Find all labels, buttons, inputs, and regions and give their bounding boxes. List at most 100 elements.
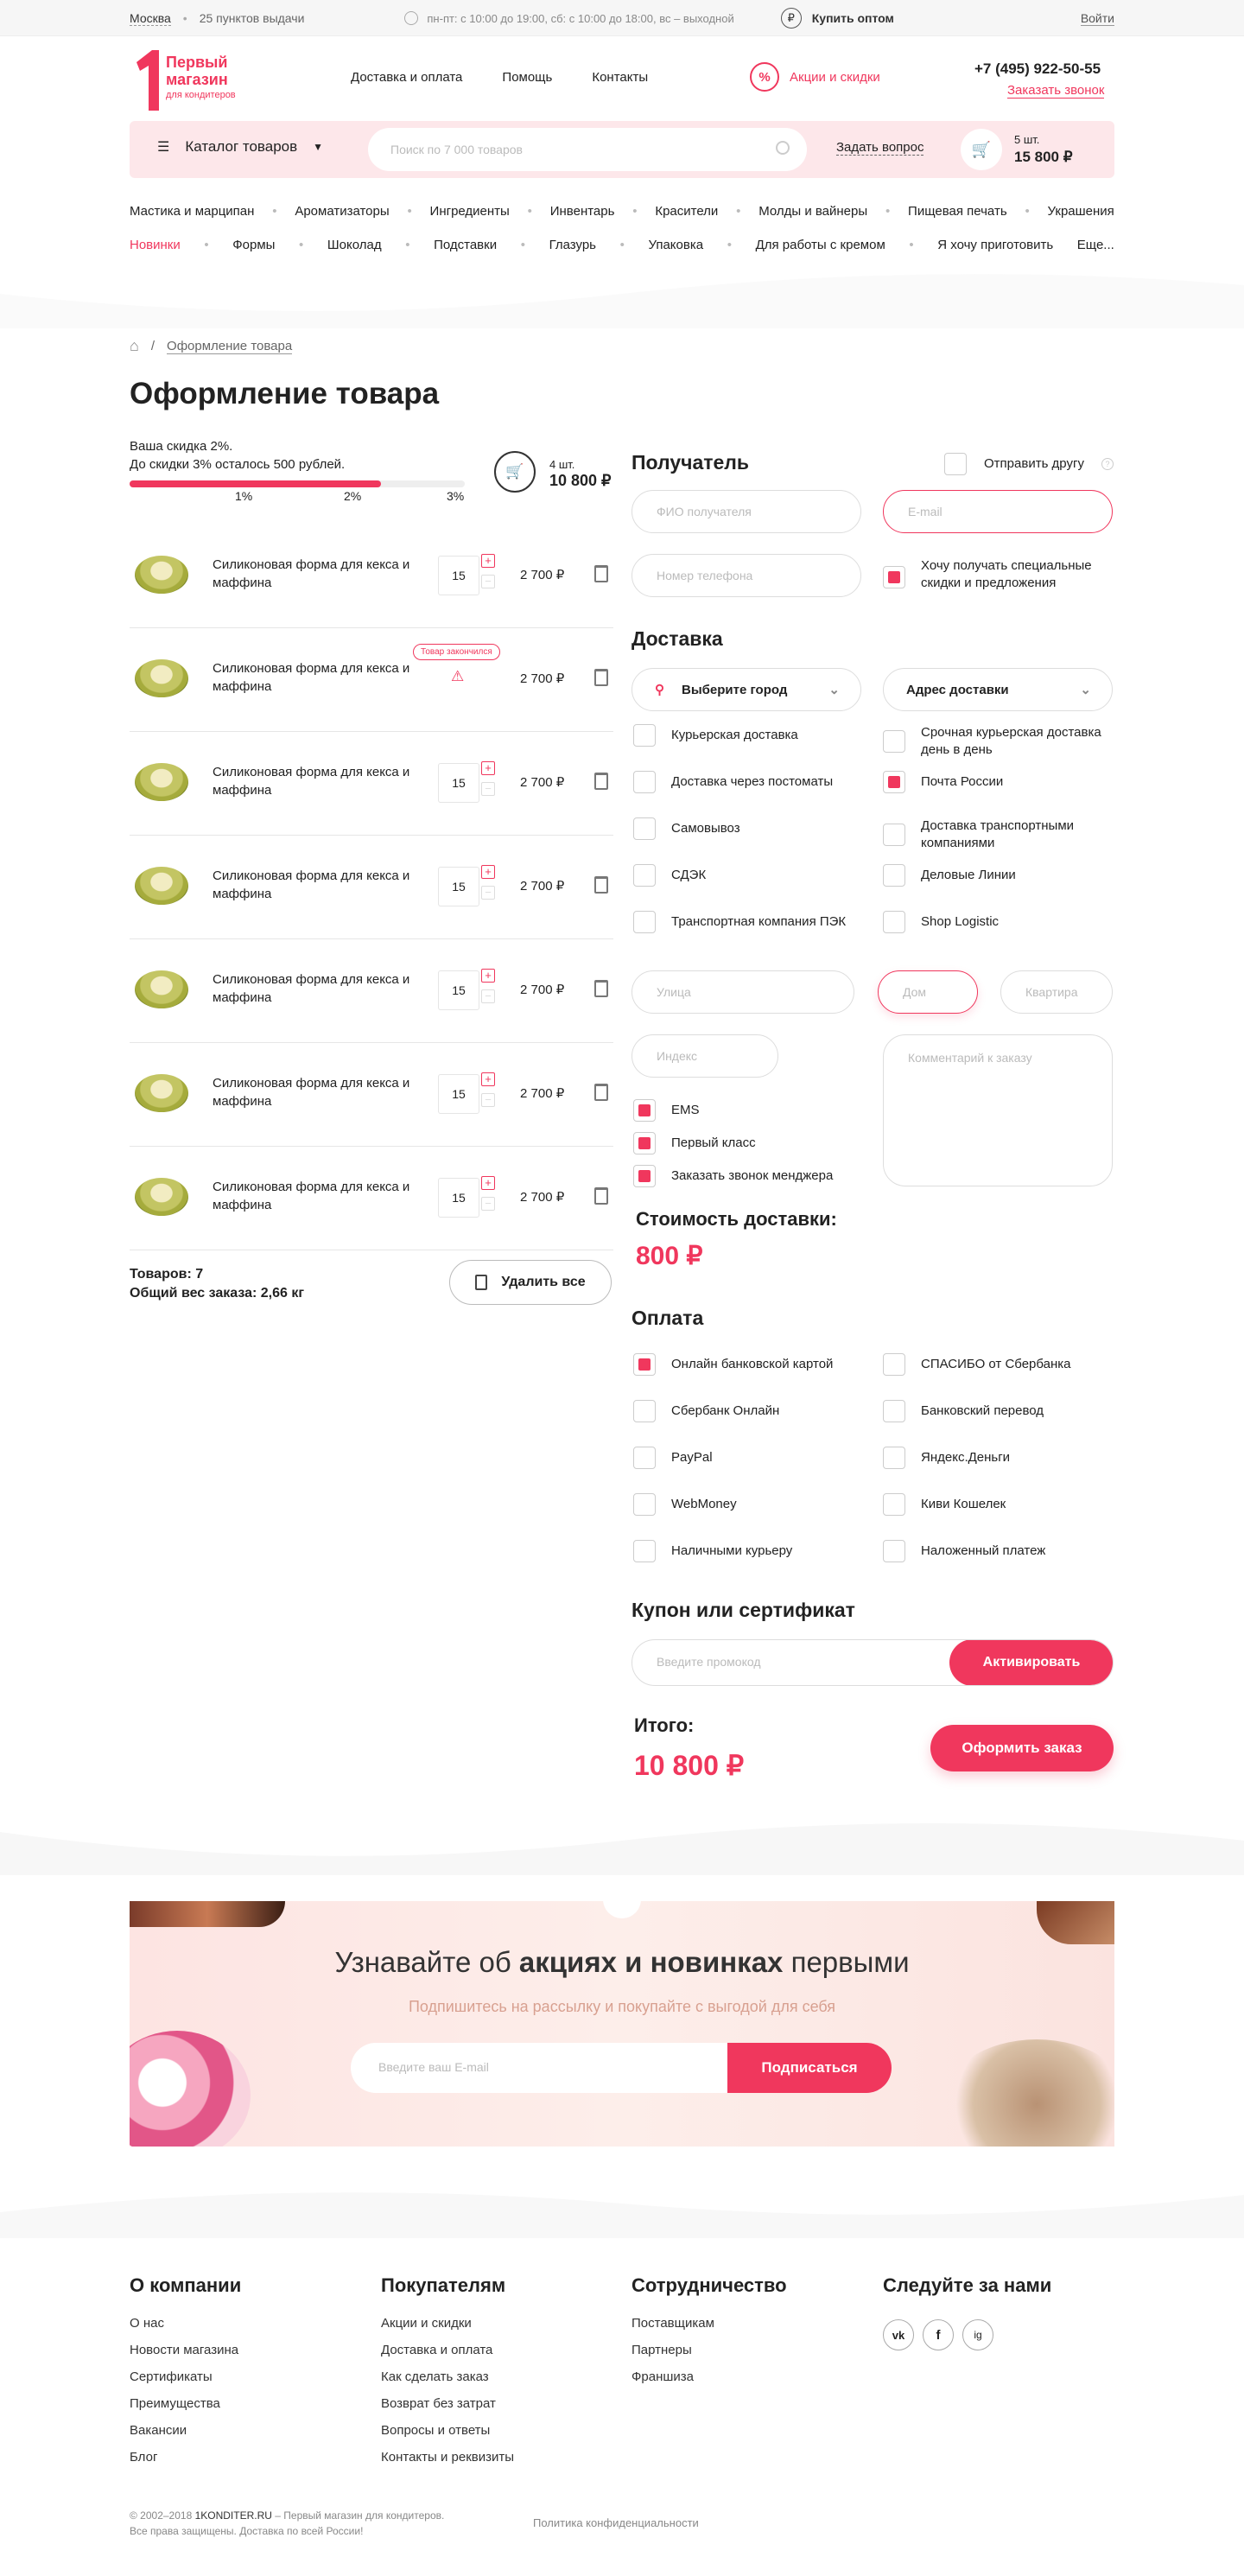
recipient-email-input[interactable]: E-mail (883, 490, 1113, 533)
footer-link[interactable]: О нас (130, 2316, 241, 2331)
subscribe-button[interactable]: Подписаться (727, 2043, 892, 2093)
nav-help[interactable]: Помощь (502, 70, 552, 85)
option[interactable]: Доставка транспортными компаниями (883, 817, 1114, 852)
minus-icon[interactable]: − (481, 1093, 495, 1107)
facebook-icon[interactable]: f (923, 2319, 954, 2350)
header-phone[interactable]: +7 (495) 922-50-55 (974, 60, 1101, 78)
option[interactable]: Киви Кошелек (883, 1493, 1006, 1516)
plus-icon[interactable]: + (481, 1176, 495, 1190)
checkbox[interactable] (883, 1400, 905, 1422)
footer-link[interactable]: Как сделать заказ (381, 2369, 514, 2384)
search-icon[interactable] (776, 141, 790, 155)
category-more[interactable]: Еще... (1077, 238, 1114, 252)
category-link[interactable]: Упаковка (648, 238, 703, 252)
cart-icon[interactable]: 🛒 (961, 129, 1002, 170)
product-image[interactable] (130, 1171, 190, 1223)
minus-icon[interactable]: − (481, 782, 495, 796)
checkbox[interactable] (883, 1540, 905, 1562)
checkbox[interactable] (633, 1400, 656, 1422)
plus-icon[interactable]: + (481, 865, 495, 879)
checkbox[interactable] (883, 824, 905, 846)
plus-icon[interactable]: + (481, 554, 495, 568)
info-icon[interactable]: ? (1101, 458, 1114, 470)
promo-link[interactable]: % Акции и скидки (750, 62, 880, 92)
product-name[interactable]: Силиконовая форма для кекса и маффина (213, 1178, 428, 1214)
address-select[interactable]: Адрес доставки ⌄ (883, 668, 1113, 711)
street-input[interactable]: Улица (632, 970, 854, 1014)
category-link[interactable]: Шоколад (327, 238, 382, 252)
trash-icon[interactable] (594, 565, 608, 582)
option[interactable]: Яндекс.Деньги (883, 1447, 1010, 1469)
quantity-input[interactable]: 15 (438, 1074, 479, 1114)
checkbox[interactable] (633, 1099, 656, 1122)
checkbox[interactable] (633, 1165, 656, 1187)
product-name[interactable]: Силиконовая форма для кекса и маффина (213, 1074, 428, 1110)
checkbox[interactable] (633, 1353, 656, 1376)
callback-link[interactable]: Заказать звонок (1007, 83, 1105, 99)
checkbox[interactable] (883, 864, 905, 887)
flat-input[interactable]: Квартира (1000, 970, 1113, 1014)
footer-link[interactable]: Вакансии (130, 2423, 241, 2438)
minus-icon[interactable]: − (481, 575, 495, 588)
product-image[interactable] (130, 1067, 190, 1119)
category-link[interactable]: Я хочу приготовить (937, 238, 1053, 252)
trash-icon[interactable] (594, 980, 608, 997)
option[interactable]: Сбербанк Онлайн (633, 1400, 779, 1422)
category-link[interactable]: Украшения (1048, 204, 1114, 219)
footer-link[interactable]: Новости магазина (130, 2343, 241, 2357)
checkbox[interactable] (633, 864, 656, 887)
option[interactable]: Почта России (883, 771, 1114, 793)
quantity-input[interactable]: 15 (438, 556, 479, 595)
trash-icon[interactable] (594, 876, 608, 894)
checkbox[interactable] (633, 817, 656, 840)
footer-link[interactable]: Вопросы и ответы (381, 2423, 514, 2438)
option[interactable]: Самовывоз (633, 817, 740, 840)
activate-button[interactable]: Активировать (949, 1640, 1113, 1685)
send-friend-checkbox[interactable]: Отправить другу ? (944, 453, 1114, 475)
option[interactable]: Деловые Линии (883, 864, 1114, 887)
wholesale-link[interactable]: Купить оптом (812, 11, 894, 25)
subscribe-offers-checkbox[interactable]: Хочу получать специальные скидки и предл… (883, 557, 1114, 592)
option[interactable]: Транспортная компания ПЭК (633, 911, 846, 933)
quantity-input[interactable]: 15 (438, 1178, 479, 1218)
ask-question-link[interactable]: Задать вопрос (836, 140, 924, 156)
plus-icon[interactable]: + (481, 1072, 495, 1086)
footer-link[interactable]: Контакты и реквизиты (381, 2450, 514, 2465)
recipient-phone-input[interactable]: Номер телефона (632, 554, 861, 597)
option[interactable]: Курьерская доставка (633, 724, 798, 747)
home-icon[interactable]: ⌂ (130, 337, 139, 355)
option[interactable]: Онлайн банковской картой (633, 1353, 833, 1376)
checkbox[interactable] (633, 1493, 656, 1516)
nav-contacts[interactable]: Контакты (592, 70, 648, 85)
product-image[interactable] (130, 549, 190, 601)
option[interactable]: Наложенный платеж (883, 1540, 1045, 1562)
category-link[interactable]: Подставки (434, 238, 497, 252)
footer-link[interactable]: Франшиза (632, 2369, 787, 2384)
checkbox[interactable] (633, 771, 656, 793)
footer-link[interactable]: Блог (130, 2450, 241, 2465)
option[interactable]: СПАСИБО от Сбербанка (883, 1353, 1071, 1376)
comment-textarea[interactable]: Комментарий к заказу (883, 1034, 1113, 1186)
search-input[interactable]: Поиск по 7 000 товаров (368, 128, 807, 171)
trash-icon[interactable] (594, 1187, 608, 1205)
product-name[interactable]: Силиконовая форма для кекса и маффина (213, 970, 428, 1007)
product-name[interactable]: Силиконовая форма для кекса и маффина (213, 556, 428, 592)
nav-delivery[interactable]: Доставка и оплата (351, 70, 462, 85)
checkbox[interactable] (883, 771, 905, 793)
category-link[interactable]: Ингредиенты (430, 204, 510, 219)
house-input[interactable]: Дом (878, 970, 978, 1014)
coupon-input[interactable]: Введите промокод (657, 1655, 761, 1669)
pickup-points[interactable]: 25 пунктов выдачи (200, 11, 305, 25)
option[interactable]: Доставка через постоматы (633, 771, 833, 793)
option[interactable]: СДЭК (633, 864, 706, 887)
category-link-new[interactable]: Новинки (130, 238, 181, 252)
checkbox[interactable] (883, 1493, 905, 1516)
checkbox[interactable] (883, 566, 905, 588)
plus-icon[interactable]: + (481, 969, 495, 983)
minus-icon[interactable]: − (481, 989, 495, 1003)
delete-all-button[interactable]: Удалить все (449, 1260, 612, 1305)
product-image[interactable] (130, 756, 190, 808)
trash-icon[interactable] (594, 773, 608, 790)
checkbox[interactable] (633, 911, 656, 933)
logo[interactable]: Первый магазин для кондитеров (130, 48, 259, 112)
